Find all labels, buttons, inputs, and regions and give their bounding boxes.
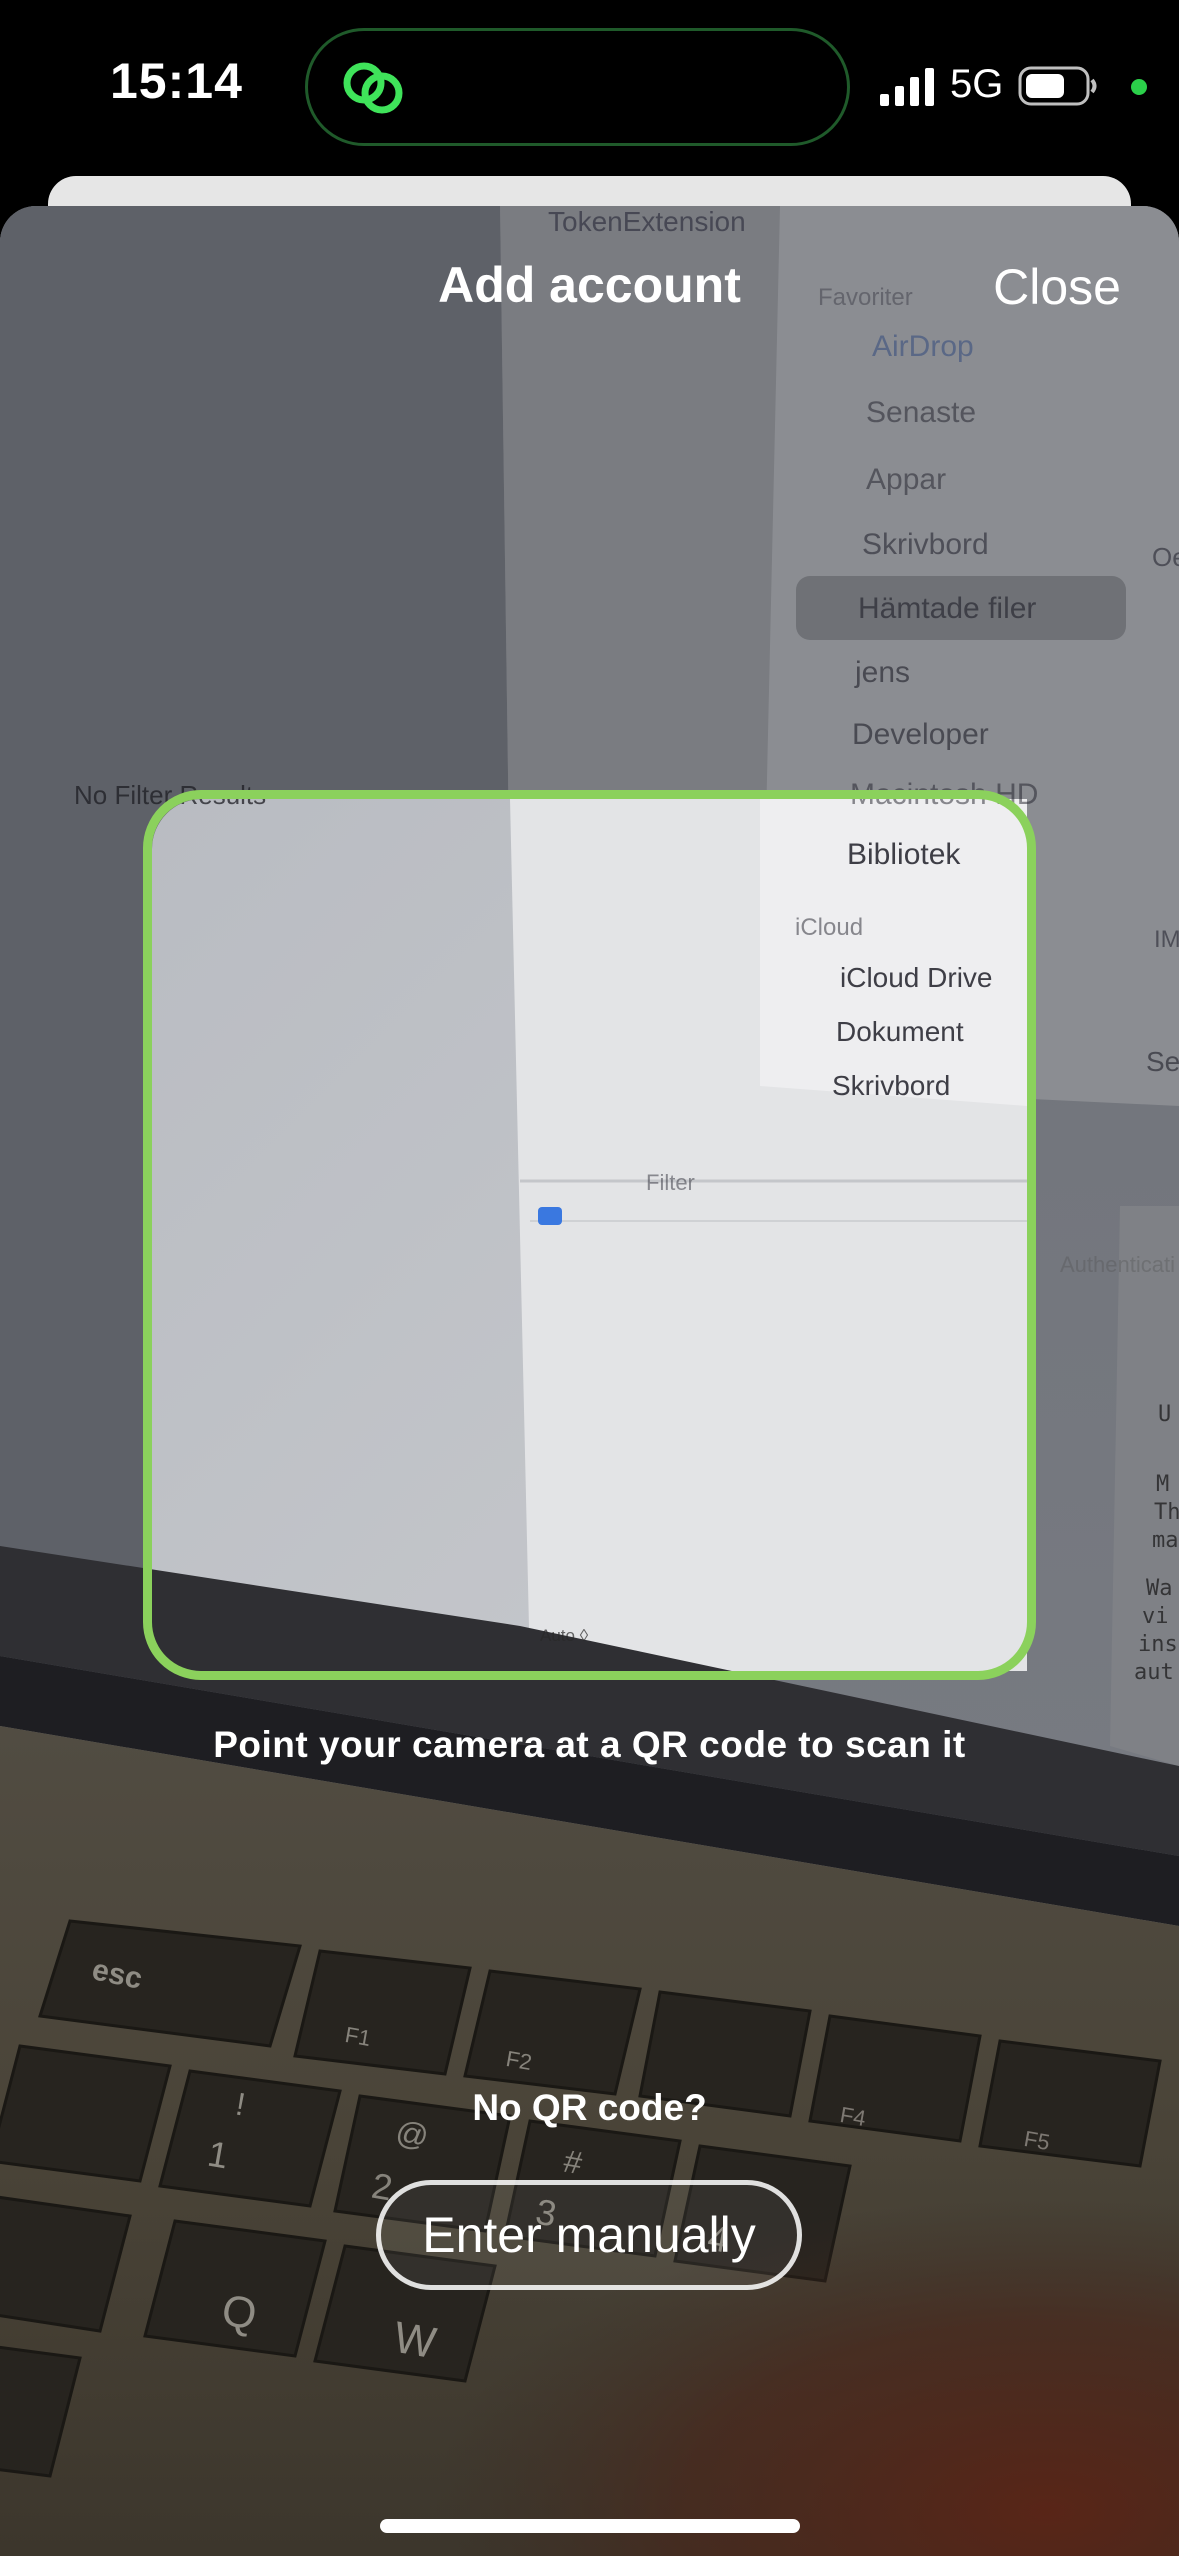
preview-crumb: TokenExtension xyxy=(548,206,746,237)
preview-authentication-label: Authenticati xyxy=(1060,1252,1175,1277)
preview-code-fragment: U xyxy=(1158,1402,1172,1427)
home-indicator[interactable] xyxy=(380,2519,800,2533)
close-button[interactable]: Close xyxy=(993,258,1121,316)
preview-code-fragment: aut xyxy=(1134,1660,1174,1685)
key-legend: F1 xyxy=(343,2021,373,2052)
network-label: 5G xyxy=(950,62,1004,106)
key-legend: F2 xyxy=(504,2045,534,2076)
scan-instruction: Point your camera at a QR code to scan i… xyxy=(213,1724,966,1765)
key-legend: F5 xyxy=(1022,2125,1052,2156)
qr-scan-frame xyxy=(143,790,1036,1680)
status-time: 15:14 xyxy=(110,53,243,109)
preview-side-label: Oe xyxy=(1152,542,1179,572)
preview-code-fragment: ma xyxy=(1152,1528,1179,1553)
preview-code-fragment: ins xyxy=(1138,1632,1178,1657)
camera-sheet: TokenExtension No Filter Results Favorit… xyxy=(0,206,1179,2556)
preview-favorite-item: Skrivbord xyxy=(862,528,989,561)
preview-favorite-item: Appar xyxy=(866,463,947,496)
signal-bars-icon xyxy=(880,68,934,106)
preview-favorite-item: AirDrop xyxy=(872,330,974,363)
no-qr-code-label: No QR code? xyxy=(472,2087,707,2128)
preview-code-fragment: vi xyxy=(1142,1604,1169,1629)
screen: 15:14 5G TokenExtension No Filter Result… xyxy=(0,0,1179,2556)
battery-icon xyxy=(1018,66,1097,106)
dynamic-island[interactable] xyxy=(305,28,850,146)
preview-side-label: IM xyxy=(1154,926,1179,953)
link-rings-icon xyxy=(343,62,403,114)
camera-privacy-indicator xyxy=(1131,79,1147,95)
enter-manually-button[interactable]: Enter manually xyxy=(376,2180,802,2290)
status-bar: 15:14 5G xyxy=(0,0,1179,175)
preview-favorite-item: Hämtade filer xyxy=(858,592,1037,625)
preview-code-fragment: Th xyxy=(1154,1500,1179,1525)
preview-favorite-item: jens xyxy=(855,656,911,689)
preview-code-fragment: Wa xyxy=(1146,1576,1173,1601)
preview-favorite-item: Developer xyxy=(852,718,989,751)
preview-favorite-item: Senaste xyxy=(866,396,977,429)
preview-side-label: Se xyxy=(1146,1046,1179,1077)
preview-code-fragment: M xyxy=(1156,1472,1170,1497)
key-legend: W xyxy=(390,2312,440,2369)
